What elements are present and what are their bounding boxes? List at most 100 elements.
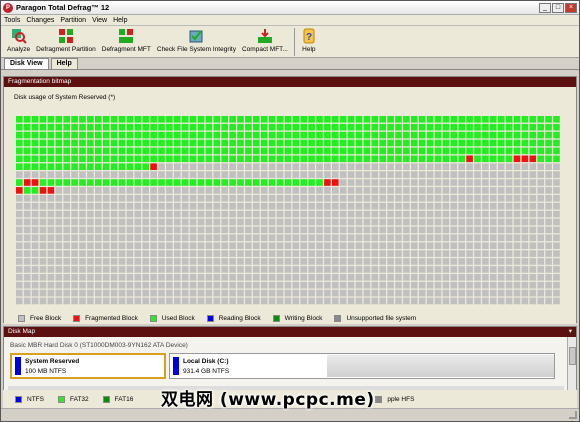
bitmap-block <box>347 242 355 249</box>
bitmap-block <box>387 163 394 170</box>
bitmap-block <box>158 281 165 289</box>
bitmap-block <box>245 187 252 194</box>
bitmap-block <box>497 116 505 123</box>
bitmap-block <box>418 250 426 257</box>
bitmap-block <box>95 297 102 305</box>
bitmap-block <box>521 266 529 273</box>
bitmap-block <box>142 242 149 249</box>
bitmap-block <box>371 234 379 242</box>
bitmap-block <box>387 187 394 194</box>
close-icon[interactable]: × <box>565 2 577 13</box>
bitmap-block <box>537 202 544 210</box>
bitmap-block <box>102 281 110 289</box>
disk-map-vertical-scrollbar[interactable] <box>567 337 576 390</box>
bitmap-block <box>31 195 39 202</box>
bitmap-block <box>418 274 426 281</box>
tab-help[interactable]: Help <box>50 58 78 69</box>
bitmap-block <box>292 210 300 218</box>
defragment-partition-button[interactable]: Defragment Partition <box>33 28 99 53</box>
menu-help[interactable]: Help <box>113 17 127 24</box>
bitmap-block <box>245 242 252 249</box>
bitmap-block <box>71 281 78 289</box>
bitmap-block <box>134 258 142 265</box>
bitmap-block <box>39 123 47 131</box>
menu-tools[interactable]: Tools <box>4 17 20 24</box>
bitmap-block <box>118 131 126 139</box>
bitmap-block <box>95 155 102 163</box>
bitmap-block <box>221 234 228 242</box>
bitmap-block <box>332 147 339 155</box>
bitmap-block <box>142 218 149 226</box>
bitmap-block <box>332 163 339 170</box>
bitmap-block <box>158 163 165 170</box>
help-button[interactable]: ? Help <box>298 28 320 53</box>
bitmap-block <box>237 171 244 178</box>
bitmap-block <box>505 171 513 178</box>
bitmap-block <box>110 131 118 139</box>
bitmap-block <box>31 171 39 178</box>
bitmap-block <box>458 258 465 265</box>
bitmap-block <box>237 116 244 123</box>
check-file-system-integrity-button[interactable]: Check File System Integrity <box>154 28 239 53</box>
bitmap-block <box>23 171 31 178</box>
bitmap-block <box>87 123 94 131</box>
bitmap-block <box>213 171 221 178</box>
bitmap-block <box>371 242 379 249</box>
bitmap-block <box>253 297 260 305</box>
bitmap-block <box>395 289 402 297</box>
bitmap-block <box>442 171 450 178</box>
bitmap-block <box>363 266 371 273</box>
bitmap-block <box>142 131 149 139</box>
bitmap-block <box>403 297 410 305</box>
bitmap-block <box>39 297 47 305</box>
bitmap-block <box>379 155 386 163</box>
analyze-button[interactable]: Analyze <box>4 28 33 53</box>
bitmap-block <box>308 147 315 155</box>
bitmap-block <box>379 147 386 155</box>
bitmap-block <box>339 242 347 249</box>
bitmap-block <box>166 289 173 297</box>
bitmap-block <box>316 250 323 257</box>
bitmap-block <box>308 202 315 210</box>
bitmap-block <box>134 250 142 257</box>
bitmap-block <box>474 266 481 273</box>
bitmap-block <box>268 163 276 170</box>
bitmap-block <box>497 226 505 234</box>
scroll-thumb[interactable] <box>569 347 576 365</box>
partition-local-disk-c[interactable]: Local Disk (C:) 931.4 GB NTFS <box>169 353 555 379</box>
bitmap-block <box>245 139 252 147</box>
defragment-mft-button[interactable]: Defragment MFT <box>99 28 154 53</box>
bitmap-block <box>355 250 363 257</box>
bitmap-block <box>458 139 465 147</box>
bitmap-block <box>339 274 347 281</box>
bitmap-block <box>316 281 323 289</box>
compact-mft-button[interactable]: Compact MFT... <box>239 28 291 53</box>
menu-partition[interactable]: Partition <box>60 17 86 24</box>
bitmap-block <box>537 289 544 297</box>
bitmap-block <box>418 297 426 305</box>
bitmap-block <box>23 116 31 123</box>
minimize-icon[interactable]: _ <box>539 2 551 13</box>
bitmap-block <box>529 297 537 305</box>
bitmap-block <box>95 210 102 218</box>
bitmap-block <box>316 139 323 147</box>
bitmap-block <box>197 289 205 297</box>
collapse-icon[interactable]: ▾ <box>569 327 576 337</box>
partition-system-reserved[interactable]: System Reserved 100 MB NTFS <box>10 353 166 379</box>
bitmap-block <box>363 274 371 281</box>
bitmap-block <box>545 171 552 178</box>
bitmap-block <box>308 226 315 234</box>
bitmap-block <box>505 163 513 170</box>
bitmap-block <box>316 234 323 242</box>
bitmap-block <box>63 202 70 210</box>
bitmap-block <box>213 242 221 249</box>
maximize-icon[interactable]: □ <box>552 2 564 13</box>
resize-grip-icon[interactable] <box>569 411 577 419</box>
bitmap-block <box>426 226 434 234</box>
bitmap-block <box>253 242 260 249</box>
menu-view[interactable]: View <box>92 17 107 24</box>
tab-disk-view[interactable]: Disk View <box>4 58 49 69</box>
menu-changes[interactable]: Changes <box>26 17 54 24</box>
bitmap-block <box>426 218 434 226</box>
bitmap-block <box>355 210 363 218</box>
